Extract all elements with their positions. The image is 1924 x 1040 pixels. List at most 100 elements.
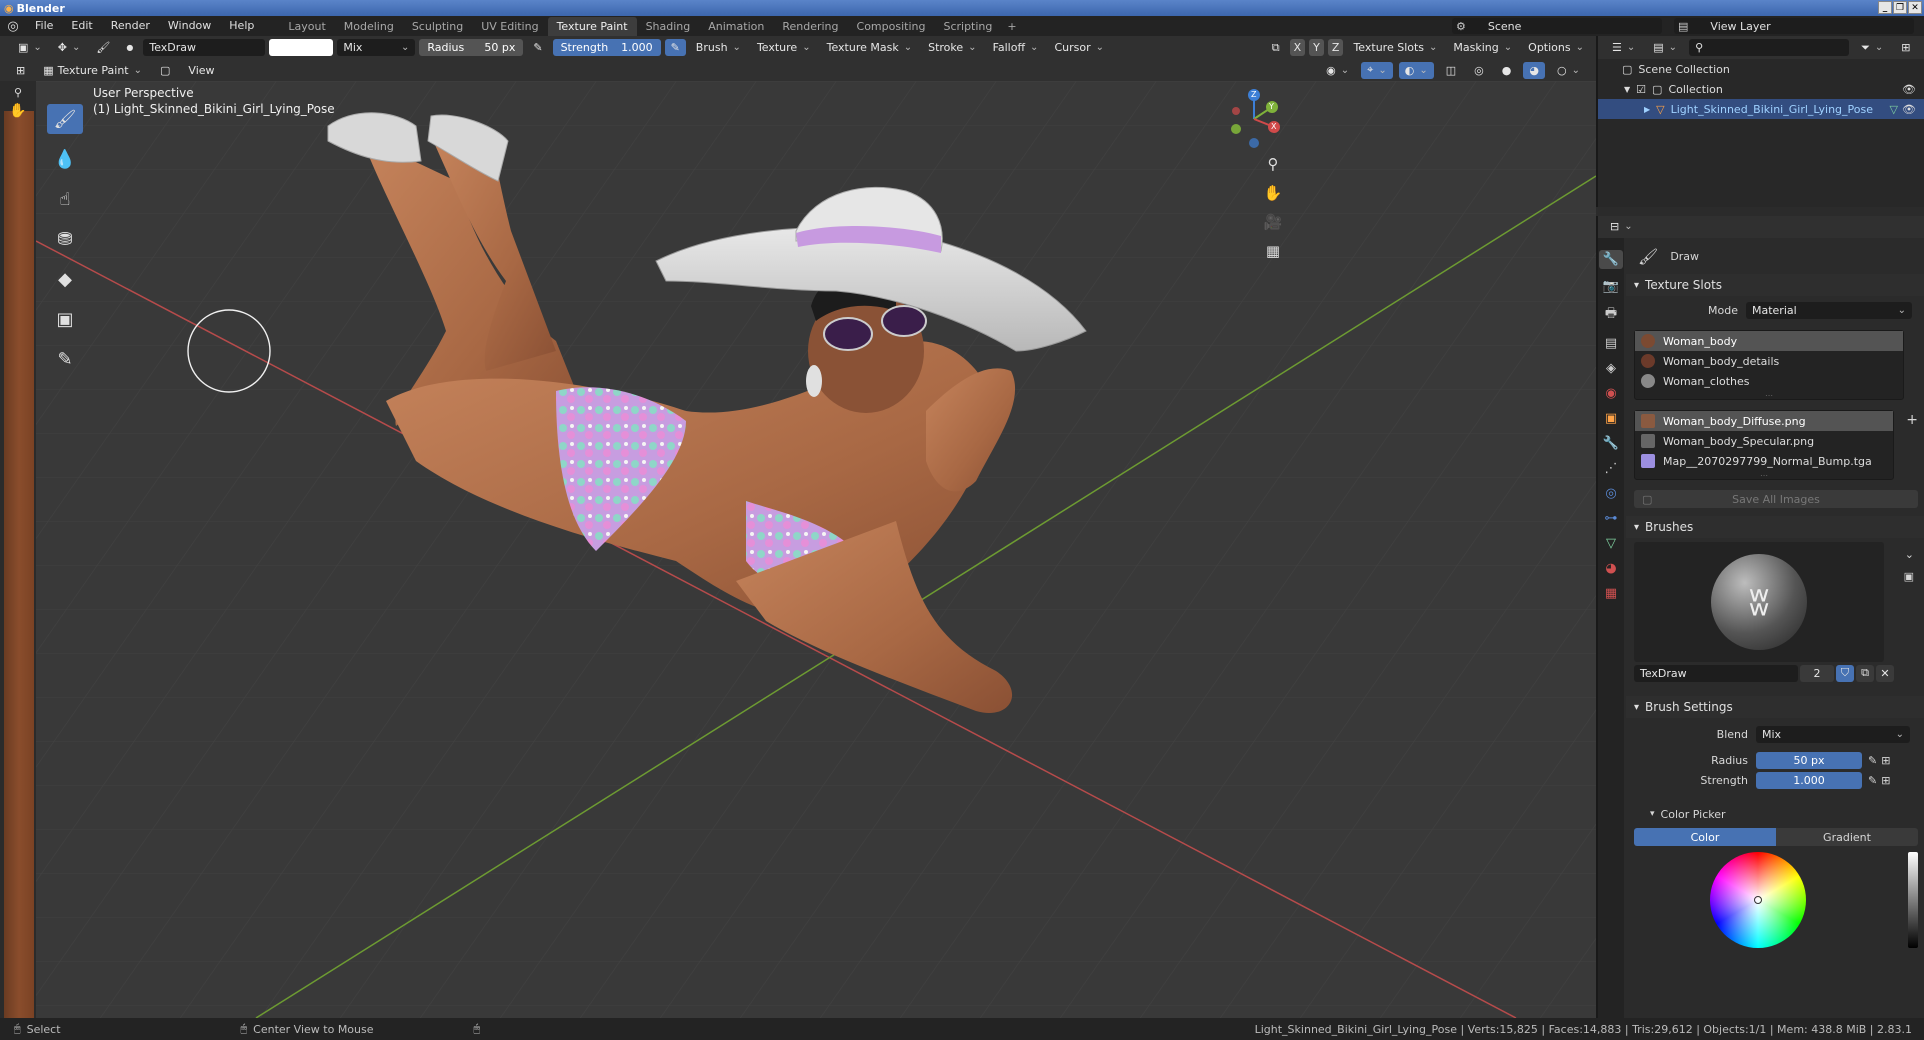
shading-rendered-icon[interactable]: ○ bbox=[1551, 62, 1586, 79]
scene-selector[interactable]: ⚙ Scene bbox=[1452, 18, 1662, 34]
image-slot-2[interactable]: Map__2070297799_Normal_Bump.tga bbox=[1635, 451, 1893, 471]
image-slot-1[interactable]: Woman_body_Specular.png bbox=[1635, 431, 1893, 451]
camera-view-icon[interactable]: 🎥 bbox=[1260, 209, 1286, 235]
menu-edit[interactable]: Edit bbox=[62, 16, 101, 36]
menu-help[interactable]: Help bbox=[220, 16, 263, 36]
left-zoom-icon[interactable]: ⚲ bbox=[14, 86, 22, 99]
shading-solid-icon[interactable]: ● bbox=[1496, 62, 1518, 79]
tool-settings-icon[interactable]: ✥ bbox=[52, 39, 87, 56]
render-tab-icon[interactable]: 📷 bbox=[1603, 279, 1619, 294]
mask-tool-icon[interactable]: ▣ bbox=[47, 304, 83, 334]
outliner-collection[interactable]: ▼ ☑ ▢ Collection 👁 bbox=[1598, 79, 1924, 99]
smear-tool-icon[interactable]: ☝ bbox=[47, 184, 83, 214]
menu-texture[interactable]: Texture bbox=[751, 39, 817, 56]
menu-masking[interactable]: Masking bbox=[1447, 39, 1518, 56]
blender-menu-icon[interactable]: ◎ bbox=[0, 19, 26, 34]
modifier-tab-icon[interactable]: 🔧 bbox=[1603, 436, 1619, 451]
color-wheel-cursor[interactable] bbox=[1754, 896, 1762, 904]
close-button[interactable]: ✕ bbox=[1908, 1, 1922, 14]
visibility-icon[interactable]: ◉ bbox=[1320, 62, 1355, 79]
annotate-tool-icon[interactable]: ✎ bbox=[47, 344, 83, 374]
value-slider[interactable] bbox=[1908, 852, 1918, 948]
tool-tab-icon[interactable]: 🔧 bbox=[1598, 250, 1624, 269]
3d-viewport[interactable]: User Perspective (1) Light_Skinned_Bikin… bbox=[36, 81, 1596, 1018]
strength-pressure-icon[interactable]: ✎ bbox=[1868, 774, 1877, 787]
outliner-object-row[interactable]: ▶ ▽ Light_Skinned_Bikini_Girl_Lying_Pose… bbox=[1598, 99, 1924, 119]
menu-cursor[interactable]: Cursor bbox=[1048, 39, 1110, 56]
brush-settings-header[interactable]: Brush Settings bbox=[1626, 696, 1924, 718]
menu-window[interactable]: Window bbox=[159, 16, 220, 36]
properties-editor-icon[interactable]: ⊟ bbox=[1604, 218, 1639, 235]
tab-sculpting[interactable]: Sculpting bbox=[403, 17, 472, 36]
list-resize-handle[interactable]: ⋯ bbox=[1635, 391, 1903, 400]
menu-view[interactable]: View bbox=[182, 62, 220, 79]
shading-wireframe-icon[interactable]: ◎ bbox=[1468, 62, 1490, 79]
new-collection-icon[interactable]: ⊞ bbox=[1895, 39, 1916, 56]
menu-falloff[interactable]: Falloff bbox=[987, 39, 1045, 56]
editor-type-icon[interactable]: ▣ bbox=[12, 39, 48, 56]
material-slot-2[interactable]: Woman_clothes bbox=[1635, 371, 1903, 391]
brush-dot-icon[interactable]: ● bbox=[120, 39, 139, 56]
expand-object-icon[interactable]: ▶ bbox=[1644, 105, 1650, 114]
ortho-toggle-icon[interactable]: ▦ bbox=[1260, 238, 1286, 264]
data-tab-icon[interactable]: ▽ bbox=[1606, 536, 1616, 551]
zoom-view-icon[interactable]: ⚲ bbox=[1260, 151, 1286, 177]
axis-y-toggle[interactable]: Y bbox=[1309, 39, 1324, 56]
object-data-icon[interactable]: ▽ bbox=[1890, 103, 1898, 116]
tab-shading[interactable]: Shading bbox=[637, 17, 700, 36]
axis-z-toggle[interactable]: Z bbox=[1327, 39, 1344, 56]
blend-dropdown[interactable]: Mix bbox=[1756, 725, 1910, 743]
particles-tab-icon[interactable]: ⋰ bbox=[1605, 461, 1618, 476]
collection-checkbox[interactable]: ☑ bbox=[1636, 83, 1646, 96]
tab-layout[interactable]: Layout bbox=[279, 17, 334, 36]
radius-slider[interactable]: Radius 50 px bbox=[419, 39, 524, 56]
menu-brush[interactable]: Brush bbox=[690, 39, 747, 56]
draw-tool-icon[interactable]: 🖌 bbox=[47, 104, 83, 134]
color-picker-subpanel[interactable]: ▾ Color Picker bbox=[1626, 804, 1924, 824]
view-layer-tab-icon[interactable]: ▤ bbox=[1605, 336, 1617, 351]
tab-scripting[interactable]: Scripting bbox=[934, 17, 1001, 36]
mode-dropdown[interactable]: Material bbox=[1746, 301, 1912, 319]
add-texture-slot-icon[interactable]: + bbox=[1906, 412, 1918, 428]
display-mode-icon[interactable]: ▤ bbox=[1647, 39, 1683, 56]
brush-datablock-name[interactable]: TexDraw bbox=[1634, 664, 1798, 682]
tab-uv-editing[interactable]: UV Editing bbox=[472, 17, 547, 36]
brushes-header[interactable]: Brushes bbox=[1626, 516, 1924, 538]
output-tab-icon[interactable]: 🖶 bbox=[1605, 304, 1617, 326]
expand-collection-icon[interactable]: ▼ bbox=[1624, 85, 1630, 94]
world-tab-icon[interactable]: ◉ bbox=[1605, 386, 1616, 401]
radius-slider[interactable]: 50 px bbox=[1756, 751, 1862, 769]
maximize-button[interactable]: ❐ bbox=[1893, 1, 1907, 14]
image-slot-0[interactable]: Woman_body_Diffuse.png bbox=[1635, 411, 1893, 431]
radius-pressure-icon[interactable]: ✎ bbox=[527, 39, 548, 56]
outliner-search-input[interactable]: ⚲ bbox=[1689, 39, 1850, 56]
fill-tool-icon[interactable]: ◆ bbox=[47, 264, 83, 294]
menu-file[interactable]: File bbox=[26, 16, 62, 36]
menu-stroke[interactable]: Stroke bbox=[922, 39, 982, 56]
minimize-button[interactable]: _ bbox=[1878, 1, 1892, 14]
menu-texture-mask[interactable]: Texture Mask bbox=[821, 39, 919, 56]
tab-animation[interactable]: Animation bbox=[699, 17, 773, 36]
color-tab[interactable]: Color bbox=[1634, 828, 1776, 846]
radius-unit-icon[interactable]: ⊞ bbox=[1881, 754, 1890, 767]
brush-user-count[interactable]: 2 bbox=[1800, 664, 1834, 682]
object-visibility-icon[interactable]: 👁 bbox=[1902, 103, 1916, 116]
material-tab-icon[interactable]: ◕ bbox=[1605, 561, 1616, 576]
material-slot-1[interactable]: Woman_body_details bbox=[1635, 351, 1903, 371]
symmetry-icon[interactable]: ⧉ bbox=[1266, 39, 1286, 56]
texture-slots-header[interactable]: Texture Slots bbox=[1626, 274, 1924, 296]
brush-color-swatch[interactable] bbox=[269, 39, 334, 56]
scene-tab-icon[interactable]: ◈ bbox=[1606, 361, 1616, 376]
brush-browse-icon[interactable]: ⌄ bbox=[1905, 548, 1914, 561]
mode-dropdown[interactable]: ▦ Texture Paint bbox=[37, 62, 148, 79]
menu-texture-slots[interactable]: Texture Slots bbox=[1347, 39, 1443, 56]
filter-icon[interactable]: ⏷ bbox=[1855, 39, 1889, 56]
outliner-scene-collection[interactable]: ▢ Scene Collection bbox=[1598, 59, 1924, 79]
shading-material-icon[interactable]: ◕ bbox=[1523, 61, 1545, 79]
constraints-tab-icon[interactable]: ⊶ bbox=[1605, 511, 1618, 526]
editor-type-viewport-icon[interactable]: ⊞ bbox=[10, 62, 31, 79]
list-resize-handle[interactable]: ⋯ bbox=[1635, 471, 1893, 480]
blend-mode-dropdown[interactable]: Mix bbox=[337, 39, 416, 56]
duplicate-brush-icon[interactable]: ⧉ bbox=[1856, 664, 1874, 682]
tab-texture-paint[interactable]: Texture Paint bbox=[547, 17, 637, 36]
